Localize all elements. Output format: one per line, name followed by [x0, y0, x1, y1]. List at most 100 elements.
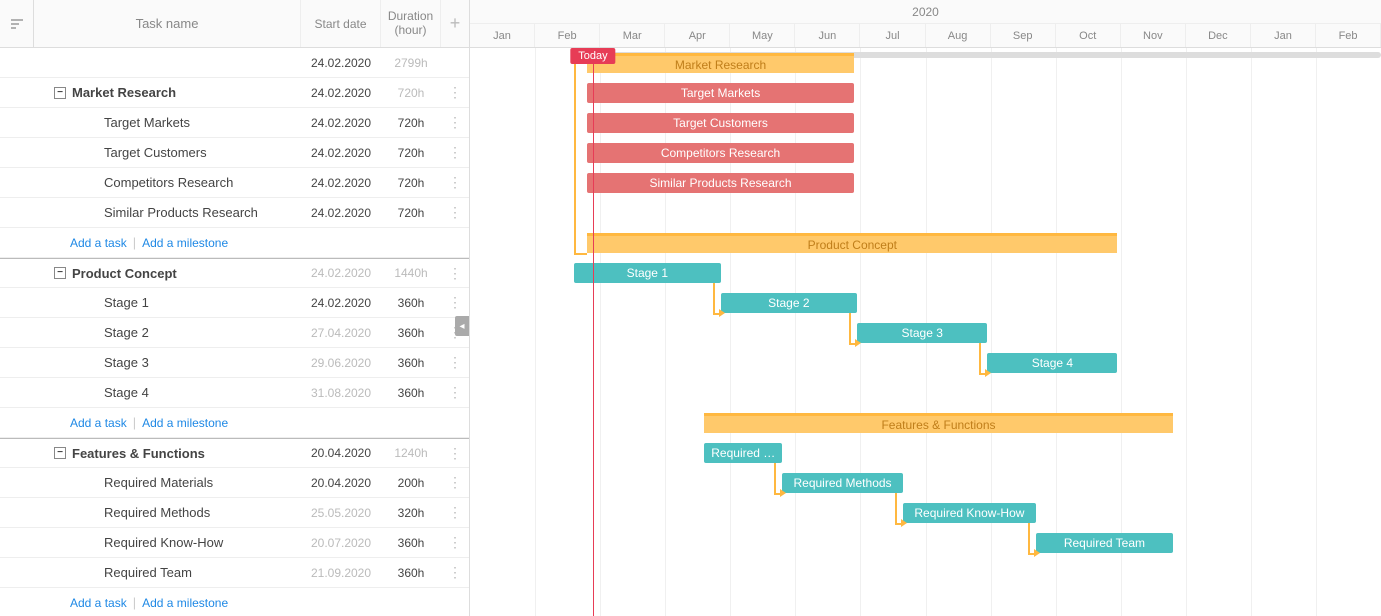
table-row[interactable]: −Features & Functions20.04.20201240h⋮: [0, 438, 469, 468]
task-duration: 360h: [381, 356, 441, 370]
add-task-link[interactable]: Add a task: [70, 416, 127, 430]
add-milestone-link[interactable]: Add a milestone: [142, 596, 228, 610]
table-row[interactable]: Stage 431.08.2020360h⋮: [0, 378, 469, 408]
table-row[interactable]: 24.02.20202799h: [0, 48, 469, 78]
gantt-bar[interactable]: Target Customers: [587, 113, 854, 133]
table-row[interactable]: Target Customers24.02.2020720h⋮: [0, 138, 469, 168]
table-row[interactable]: Stage 329.06.2020360h⋮: [0, 348, 469, 378]
add-task-link[interactable]: Add a task: [70, 236, 127, 250]
table-row[interactable]: Required Methods25.05.2020320h⋮: [0, 498, 469, 528]
table-row[interactable]: Similar Products Research24.02.2020720h⋮: [0, 198, 469, 228]
gantt-bar[interactable]: Stage 3: [857, 323, 987, 343]
gantt-bar[interactable]: Product Concept: [587, 233, 1117, 253]
gantt-bar[interactable]: Stage 4: [987, 353, 1117, 373]
table-row[interactable]: Required Team21.09.2020360h⋮: [0, 558, 469, 588]
gantt-bar[interactable]: Required Team: [1036, 533, 1173, 553]
gantt-bar[interactable]: Features & Functions: [704, 413, 1173, 433]
chart-area[interactable]: Market Research Target Markets Target Cust…: [470, 48, 1381, 616]
add-milestone-link[interactable]: Add a milestone: [142, 416, 228, 430]
add-column-button[interactable]: +: [441, 0, 469, 47]
gantt-bar[interactable]: Stage 2: [721, 293, 858, 313]
row-menu[interactable]: ⋮: [441, 445, 469, 462]
gantt-bar[interactable]: Market Research: [587, 53, 854, 73]
task-date: 20.04.2020: [301, 446, 381, 460]
task-date: 24.02.2020: [301, 206, 381, 220]
task-date: 21.09.2020: [301, 566, 381, 580]
add-row: Add a task|Add a milestone: [0, 588, 469, 616]
col-start-date: Start date: [301, 0, 381, 47]
today-marker: [593, 48, 594, 616]
month-cell: Sep: [991, 24, 1056, 47]
task-name: Required Know-How: [104, 535, 223, 550]
gantt-bar[interactable]: Competitors Research: [587, 143, 854, 163]
task-name: Required Materials: [104, 475, 213, 490]
today-label: Today: [570, 48, 615, 64]
row-menu[interactable]: ⋮: [441, 265, 469, 282]
add-milestone-link[interactable]: Add a milestone: [142, 236, 228, 250]
task-duration: 320h: [381, 506, 441, 520]
row-menu[interactable]: ⋮: [441, 294, 469, 311]
row-menu[interactable]: ⋮: [441, 114, 469, 131]
month-cell: Apr: [665, 24, 730, 47]
collapse-panel-handle[interactable]: ◂: [455, 316, 469, 336]
task-duration: 720h: [381, 116, 441, 130]
task-duration: 2799h: [381, 56, 441, 70]
row-menu[interactable]: ⋮: [441, 354, 469, 371]
row-menu[interactable]: ⋮: [441, 534, 469, 551]
task-date: 24.02.2020: [301, 116, 381, 130]
month-cell: Oct: [1056, 24, 1121, 47]
gantt-bar[interactable]: Required Know-How: [903, 503, 1036, 523]
task-date: 29.06.2020: [301, 356, 381, 370]
row-menu[interactable]: ⋮: [441, 174, 469, 191]
task-duration: 720h: [381, 206, 441, 220]
task-date: 24.02.2020: [301, 146, 381, 160]
task-date: 20.07.2020: [301, 536, 381, 550]
gantt-bar[interactable]: Required …: [704, 443, 782, 463]
row-menu[interactable]: ⋮: [441, 564, 469, 581]
collapse-toggle[interactable]: −: [54, 267, 66, 279]
task-name: Product Concept: [72, 266, 177, 281]
row-menu[interactable]: ⋮: [441, 204, 469, 221]
month-cell: Dec: [1186, 24, 1251, 47]
table-header: Task name Start date Duration (hour) +: [0, 0, 469, 48]
row-menu[interactable]: ⋮: [441, 144, 469, 161]
collapse-toggle[interactable]: −: [54, 87, 66, 99]
task-date: 31.08.2020: [301, 386, 381, 400]
row-menu[interactable]: ⋮: [441, 384, 469, 401]
collapse-toggle[interactable]: −: [54, 447, 66, 459]
table-row[interactable]: Stage 227.04.2020360h⋮: [0, 318, 469, 348]
table-body: 24.02.20202799h−Market Research24.02.202…: [0, 48, 469, 616]
task-duration: 360h: [381, 536, 441, 550]
month-cell: Aug: [926, 24, 991, 47]
table-row[interactable]: Required Know-How 20.07.2020360h⋮: [0, 528, 469, 558]
filter-button[interactable]: [0, 0, 34, 47]
row-menu[interactable]: ⋮: [441, 474, 469, 491]
row-menu[interactable]: ⋮: [441, 504, 469, 521]
task-duration: 360h: [381, 386, 441, 400]
table-row[interactable]: −Market Research24.02.2020720h⋮: [0, 78, 469, 108]
task-date: 25.05.2020: [301, 506, 381, 520]
task-name: Required Team: [104, 565, 192, 580]
task-date: 24.02.2020: [301, 86, 381, 100]
table-row[interactable]: Required Materials20.04.2020200h⋮: [0, 468, 469, 498]
gantt-bar[interactable]: Stage 1: [574, 263, 720, 283]
table-row[interactable]: Competitors Research24.02.2020720h⋮: [0, 168, 469, 198]
task-date: 20.04.2020: [301, 476, 381, 490]
gantt-bar[interactable]: Required Methods: [782, 473, 902, 493]
add-row: Add a task|Add a milestone: [0, 228, 469, 258]
gantt-bar[interactable]: Target Markets: [587, 83, 854, 103]
row-menu[interactable]: ⋮: [441, 84, 469, 101]
task-name: Target Markets: [104, 115, 190, 130]
table-row[interactable]: −Product Concept24.02.20201440h⋮: [0, 258, 469, 288]
task-name: Competitors Research: [104, 175, 233, 190]
task-date: 24.02.2020: [301, 266, 381, 280]
table-row[interactable]: Stage 124.02.2020360h⋮: [0, 288, 469, 318]
task-name: Stage 2: [104, 325, 149, 340]
task-name: Market Research: [72, 85, 176, 100]
task-date: 24.02.2020: [301, 56, 381, 70]
table-row[interactable]: Target Markets 24.02.2020720h⋮: [0, 108, 469, 138]
month-cell: Jan: [470, 24, 535, 47]
gantt-bar[interactable]: Similar Products Research: [587, 173, 854, 193]
add-task-link[interactable]: Add a task: [70, 596, 127, 610]
month-cell: Feb: [1316, 24, 1381, 47]
